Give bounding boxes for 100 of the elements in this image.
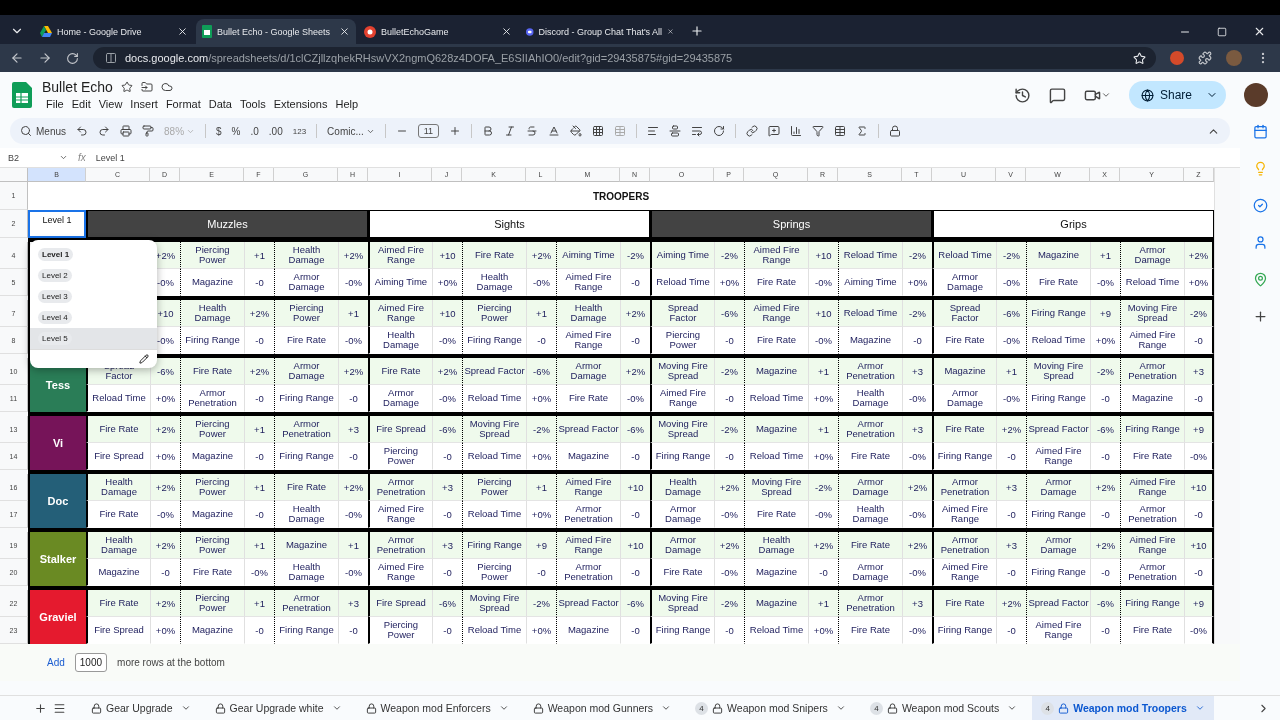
value-cell: -0 — [1184, 559, 1214, 586]
sheet-tab[interactable]: Weapon mod Enforcers — [356, 696, 518, 720]
stat-cell: Spread Factor — [932, 300, 996, 327]
italic-icon[interactable] — [504, 125, 517, 137]
document-title[interactable]: Bullet Echo — [42, 79, 113, 95]
strikethrough-icon[interactable] — [526, 125, 539, 137]
browser-tab[interactable]: BulletEchoGame — [358, 19, 518, 44]
account-avatar[interactable] — [1244, 83, 1268, 107]
calendar-icon[interactable] — [1252, 124, 1268, 139]
extensions-icon[interactable] — [1198, 51, 1212, 65]
name-box[interactable]: B2 — [8, 152, 68, 163]
bold-icon[interactable] — [482, 125, 495, 137]
sheet-tab[interactable]: 4 Weapon mod Troopers — [1032, 696, 1214, 720]
vertical-align-icon[interactable] — [669, 125, 682, 137]
sheet-tab[interactable]: 4 Weapon mod Snipers — [686, 696, 855, 720]
merge-cells-icon[interactable] — [614, 125, 627, 137]
move-folder-icon[interactable] — [140, 81, 153, 93]
stat-cell: Armor Penetration — [274, 590, 338, 617]
percent-button[interactable]: % — [231, 125, 241, 137]
menu-item[interactable]: Data — [204, 97, 236, 111]
sheet-tab[interactable]: Weapon mod Gunners — [523, 696, 681, 720]
input-tools-icon[interactable] — [889, 125, 902, 137]
close-icon[interactable] — [339, 26, 350, 37]
sheets-logo-icon — [12, 82, 32, 108]
align-icon[interactable] — [647, 125, 660, 137]
tasks-icon[interactable] — [1252, 198, 1268, 213]
option-chip[interactable]: Level 2 — [38, 268, 72, 282]
row-count-field[interactable]: 1000 — [74, 653, 108, 672]
add-addon-icon[interactable] — [1252, 309, 1268, 324]
contacts-icon[interactable] — [1252, 235, 1268, 250]
undo-icon[interactable] — [76, 125, 88, 137]
increase-size-icon[interactable] — [449, 125, 462, 137]
increase-decimals-button[interactable]: .00 — [268, 125, 283, 137]
browser-tab[interactable]: Discord - Group Chat That's All — [520, 19, 680, 44]
menu-item[interactable]: File — [42, 97, 68, 111]
star-icon[interactable] — [120, 81, 133, 93]
menu-item[interactable]: Insert — [126, 97, 162, 111]
search-menus-field[interactable]: Menus — [20, 125, 66, 137]
stat-cell: Fire Rate — [180, 358, 244, 385]
forward-icon[interactable] — [38, 51, 52, 65]
browser-tab[interactable]: Bullet Echo - Google Sheets — [196, 19, 356, 44]
decrease-decimals-button[interactable]: .0 — [250, 125, 259, 137]
maps-icon[interactable] — [1252, 272, 1268, 287]
add-rows-button[interactable]: Add — [47, 657, 65, 668]
level-cell[interactable]: Level 1 — [28, 210, 86, 238]
version-history-icon[interactable] — [1013, 86, 1031, 104]
option-chip[interactable]: Level 4 — [38, 310, 72, 324]
address-bar[interactable]: docs.google.com/spreadsheets/d/1clCZjllzqhekRHswVX2ngmQ628z4DOFA_E6SIIAhIO0/edit?gid=29435875#gid=29435875 — [93, 47, 1156, 69]
menu-item[interactable]: Extensions — [269, 97, 332, 111]
menu-item[interactable]: Edit — [67, 97, 95, 111]
reload-icon[interactable] — [66, 51, 79, 65]
maximize-icon[interactable] — [1217, 26, 1227, 37]
functions-icon[interactable] — [856, 125, 869, 137]
option-chip[interactable]: Level 3 — [38, 289, 72, 303]
add-comment-icon[interactable] — [768, 125, 781, 137]
all-sheets-icon[interactable] — [53, 701, 66, 715]
add-sheet-icon[interactable] — [34, 701, 47, 715]
chart-icon[interactable] — [790, 125, 803, 137]
sheet-tab[interactable]: Gear Upgrade white — [205, 696, 351, 720]
filter-views-icon[interactable] — [834, 125, 847, 137]
option-chip[interactable]: Level 5 — [38, 331, 72, 345]
print-icon[interactable] — [120, 125, 132, 137]
dropdown-option[interactable]: Level 5 — [30, 327, 157, 349]
sheet-tab[interactable]: Gear Upgrade — [82, 696, 200, 720]
comments-icon[interactable] — [1048, 86, 1066, 104]
filter-icon[interactable] — [812, 125, 825, 137]
number-format-button[interactable]: 123 — [292, 126, 307, 136]
menu-item[interactable]: Format — [161, 97, 205, 111]
formula-field[interactable]: Level 1 — [95, 152, 125, 163]
back-icon[interactable] — [10, 51, 24, 65]
value-cell: -2% — [526, 590, 556, 617]
browser-tab[interactable]: Home - Google Drive — [34, 19, 194, 44]
currency-button[interactable]: $ — [216, 125, 222, 137]
text-rotation-icon[interactable] — [713, 125, 726, 137]
fill-color-icon[interactable] — [570, 125, 583, 137]
bookmark-star-icon[interactable] — [1133, 51, 1146, 65]
text-color-icon[interactable] — [548, 125, 561, 137]
cloud-icon[interactable] — [160, 81, 173, 93]
menu-item[interactable]: Help — [331, 97, 363, 111]
close-icon[interactable] — [501, 26, 512, 37]
menu-item[interactable]: Tools — [235, 97, 270, 111]
extension-icon[interactable] — [1170, 51, 1184, 65]
new-tab-icon[interactable] — [690, 24, 704, 38]
paint-format-icon[interactable] — [142, 125, 154, 137]
site-settings-icon[interactable] — [105, 52, 117, 64]
caret-icon[interactable] — [1100, 90, 1111, 100]
share-button[interactable]: Share — [1128, 81, 1226, 109]
edit-icon[interactable] — [139, 353, 149, 364]
font-size-field[interactable]: 11 — [417, 124, 440, 138]
stat-cell: Armor Penetration — [274, 416, 338, 443]
borders-icon[interactable] — [592, 125, 605, 137]
link-icon[interactable] — [746, 125, 759, 137]
wrap-text-icon[interactable] — [691, 125, 704, 137]
menu-item[interactable]: View — [94, 97, 127, 111]
redo-icon[interactable] — [98, 125, 110, 137]
font-select[interactable]: Comic... — [327, 125, 375, 137]
sheet-tab[interactable]: 4 Weapon mod Scouts — [860, 696, 1027, 720]
option-chip[interactable]: Level 1 — [38, 247, 74, 261]
close-icon[interactable] — [177, 26, 188, 37]
close-icon[interactable] — [1253, 25, 1266, 38]
